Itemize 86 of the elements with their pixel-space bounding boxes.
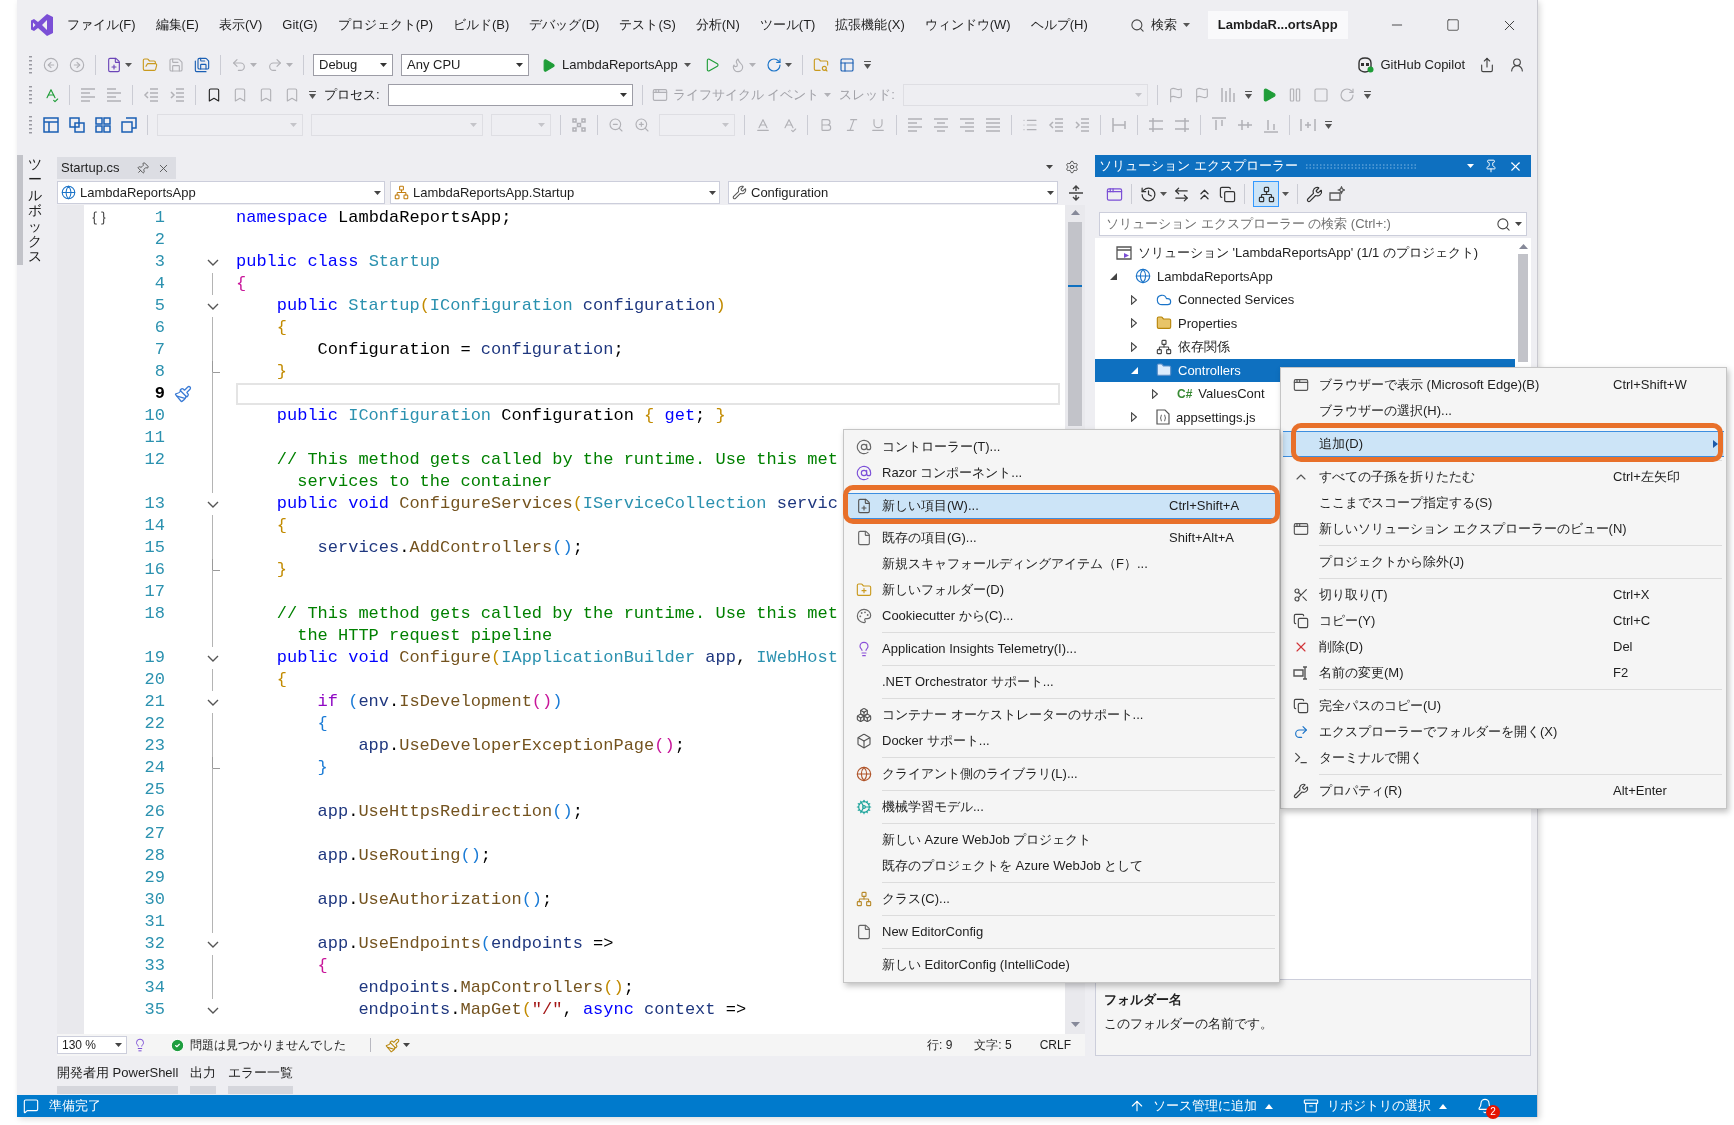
code-line: app.UseEndpoints(endpoints => xyxy=(317,933,614,955)
code-line: { xyxy=(276,515,287,537)
line-number: 21 xyxy=(144,691,165,714)
line-number: 34 xyxy=(144,977,165,1000)
shortcut-text: Ctrl+Shift+W xyxy=(1613,376,1688,395)
property-name: フォルダー名 xyxy=(1104,991,1183,1009)
line-number: 25 xyxy=(144,779,165,802)
column-position: 文字: 5 xyxy=(974,1037,1012,1054)
toolbar-label: スレッド: xyxy=(839,86,895,105)
code-line: { xyxy=(276,317,287,339)
problems-status: 問題は見つかりませんでした xyxy=(190,1037,346,1054)
line-number: 6 xyxy=(154,317,165,340)
line-number: 24 xyxy=(144,757,165,780)
line-number: 1 xyxy=(154,207,165,230)
shortcut-text: Ctrl+C xyxy=(1613,612,1652,631)
line-number: 5 xyxy=(154,295,165,318)
code-line: services.AddControllers(); xyxy=(317,537,583,559)
code-line: public void Configure(IApplicationBuilder app, IWebHost xyxy=(276,647,838,669)
code-line: app.UseAuthorization(); xyxy=(317,889,553,911)
line-number: 10 xyxy=(144,405,165,428)
code-line: app.UseDeveloperExceptionPage(); xyxy=(358,735,685,757)
code-line: if (env.IsDevelopment()) xyxy=(317,691,563,713)
line-number: 28 xyxy=(144,845,165,868)
line-number: 14 xyxy=(144,515,165,538)
line-number: 17 xyxy=(144,581,165,604)
line-number: 9 xyxy=(154,383,165,406)
line-number: 4 xyxy=(154,273,165,296)
code-line: { xyxy=(276,669,287,691)
line-number: 27 xyxy=(144,823,165,846)
property-description: このフォルダーの名前です。 xyxy=(1104,1014,1274,1033)
line-number: 29 xyxy=(144,867,165,890)
code-line: // This method gets called by the runtime. Use this met xyxy=(276,603,838,625)
line-number: 15 xyxy=(144,537,165,560)
line-number: 11 xyxy=(144,427,165,450)
code-line: services to the container xyxy=(297,471,553,493)
shortcut-text: Ctrl+X xyxy=(1613,586,1651,605)
code-line: app.UseHttpsRedirection(); xyxy=(317,801,583,823)
code-line: // This method gets called by the runtime. Use this met xyxy=(276,449,838,471)
code-line: endpoints.MapControllers(); xyxy=(358,977,634,999)
shortcut-text: Ctrl+Shift+A xyxy=(1169,497,1241,516)
code-line: { xyxy=(236,273,247,295)
file-type-text: C# xyxy=(1177,385,1193,403)
line-number: 19 xyxy=(144,647,165,670)
line-ending: CRLF xyxy=(1039,1037,1071,1054)
line-number: 8 xyxy=(154,361,165,384)
line-number: 31 xyxy=(144,911,165,934)
line-number: 12 xyxy=(144,449,165,472)
code-line: } xyxy=(317,757,328,779)
shortcut-text: Ctrl+左矢印 xyxy=(1613,468,1681,487)
line-number: 7 xyxy=(154,339,165,362)
code-line: public class Startup xyxy=(236,251,441,273)
line-number: 23 xyxy=(144,735,165,758)
code-line: app.UseRouting(); xyxy=(317,845,492,867)
code-line: public IConfiguration Configuration { get; } xyxy=(276,405,726,427)
line-number: 18 xyxy=(144,603,165,626)
shortcut-text: Del xyxy=(1613,638,1634,657)
line-number: 13 xyxy=(144,493,165,516)
line-number: 35 xyxy=(144,999,165,1022)
code-line: public void ConfigureServices(IServiceCollection servic xyxy=(276,493,838,515)
code-line: } xyxy=(276,361,287,383)
shortcut-text: F2 xyxy=(1613,664,1630,683)
line-number: 32 xyxy=(144,933,165,956)
code-line: public Startup(IConfiguration configuration) xyxy=(276,295,726,317)
code-line: namespace LambdaReportsApp; xyxy=(236,207,512,229)
code-line: } xyxy=(276,559,287,581)
line-number: 16 xyxy=(144,559,165,582)
line-number: 33 xyxy=(144,955,165,978)
line-number: 26 xyxy=(144,801,165,824)
line-number: 22 xyxy=(144,713,165,736)
code-line: the HTTP request pipeline xyxy=(297,625,553,647)
code-line: { xyxy=(317,713,328,735)
line-number: 30 xyxy=(144,889,165,912)
window-title: LambdaR...ortsApp xyxy=(1207,11,1348,39)
panel-title: ソリューション エクスプローラー xyxy=(1099,157,1298,176)
shortcut-text: Shift+Alt+A xyxy=(1169,529,1236,548)
code-line: { xyxy=(317,955,328,977)
line-number: 2 xyxy=(154,229,165,252)
line-number: 3 xyxy=(154,251,165,274)
code-line: endpoints.MapGet("/", async context => xyxy=(358,999,747,1021)
notification-count: 2 xyxy=(1486,1105,1500,1119)
code-line: Configuration = configuration; xyxy=(317,339,624,361)
toolbar-label: プロセス: xyxy=(324,86,380,105)
line-position: 行: 9 xyxy=(926,1037,953,1054)
status-message: 準備完了 xyxy=(49,1097,101,1116)
line-number: 20 xyxy=(144,669,165,692)
shortcut-text: Alt+Enter xyxy=(1613,782,1668,801)
